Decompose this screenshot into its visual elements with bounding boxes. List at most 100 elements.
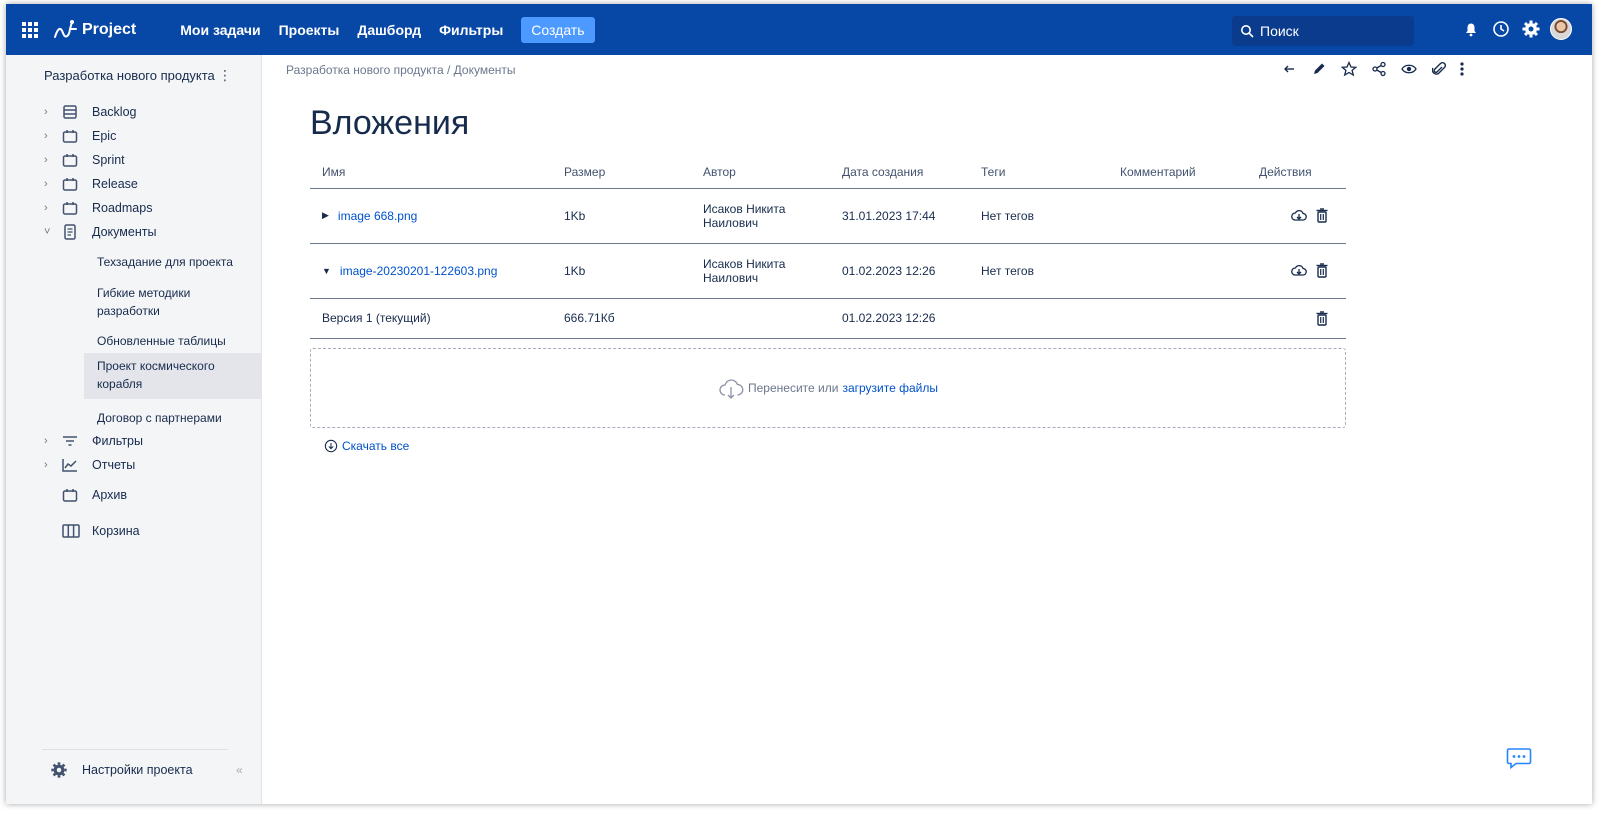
project-more-icon[interactable]: ⋮ (218, 67, 232, 84)
expand-caret-icon[interactable]: ▶ (322, 210, 329, 221)
file-comment[interactable] (1108, 243, 1247, 299)
app-logo[interactable]: Project (52, 17, 136, 43)
col-comment[interactable]: Комментарий (1108, 156, 1247, 189)
version-link[interactable]: Версия 1 (текущий) (310, 298, 552, 339)
more-vertical-icon[interactable] (1454, 58, 1470, 80)
columns-icon (62, 523, 82, 539)
collapse-caret-icon[interactable]: ▼ (322, 266, 331, 276)
table-header-row: Имя Размер Автор Дата создания Теги Комм… (310, 156, 1346, 189)
sidebar-item-release[interactable]: › Release (6, 173, 262, 195)
chevron-right-icon[interactable]: › (44, 130, 58, 142)
download-icon[interactable] (1289, 207, 1309, 225)
app-switcher-icon[interactable] (22, 21, 38, 38)
back-arrow-icon[interactable] (1274, 58, 1304, 80)
trash-icon[interactable] (1312, 262, 1332, 280)
file-link[interactable]: image-20230201-122603.png (340, 264, 497, 278)
file-tags[interactable]: Нет тегов (969, 188, 1108, 244)
settings-gear-icon[interactable] (1520, 18, 1542, 40)
nav-my-tasks[interactable]: Мои задачи (180, 22, 260, 38)
document-item[interactable]: Гибкие методики разработки (84, 280, 204, 324)
chevron-right-icon[interactable]: › (44, 459, 58, 471)
version-size: 666.71Кб (552, 298, 691, 339)
sidebar-item-label: Roadmaps (92, 201, 153, 215)
col-date[interactable]: Дата создания (830, 156, 969, 189)
document-item[interactable]: Договор с партнерами (84, 405, 262, 431)
chat-bubble-icon[interactable] (1506, 746, 1532, 770)
backlog-icon (62, 104, 82, 120)
nav-projects[interactable]: Проекты (279, 22, 340, 38)
nav-dashboard[interactable]: Дашборд (357, 22, 421, 38)
chevron-right-icon[interactable]: › (44, 154, 58, 166)
file-tags[interactable]: Нет тегов (969, 243, 1108, 299)
col-tags[interactable]: Теги (969, 156, 1108, 189)
file-comment[interactable] (1108, 188, 1247, 244)
sidebar-item-label: Фильтры (92, 434, 143, 448)
file-date: 01.02.2023 12:26 (830, 243, 969, 299)
sidebar-item-sprint[interactable]: › Sprint (6, 149, 262, 171)
file-date: 31.01.2023 17:44 (830, 188, 969, 244)
sidebar-item-label: Корзина (92, 524, 140, 538)
chevron-right-icon[interactable]: › (44, 106, 58, 118)
history-icon[interactable] (1490, 18, 1512, 40)
project-title[interactable]: Разработка нового продукта (44, 68, 215, 83)
board-icon (62, 176, 82, 192)
download-icon[interactable] (1289, 262, 1309, 280)
create-button[interactable]: Создать (521, 16, 595, 43)
trash-icon[interactable] (1312, 207, 1332, 225)
search-icon (1241, 25, 1254, 38)
search-placeholder: Поиск (1260, 23, 1299, 39)
collapse-sidebar-icon[interactable]: « (236, 763, 243, 777)
file-size: 1Kb (552, 188, 691, 244)
file-link[interactable]: image 668.png (338, 209, 417, 223)
col-author[interactable]: Автор (691, 156, 830, 189)
user-avatar[interactable] (1550, 18, 1572, 40)
sidebar-item-roadmaps[interactable]: › Roadmaps (6, 197, 262, 219)
settings-label: Настройки проекта (82, 763, 193, 777)
notifications-icon[interactable] (1460, 18, 1482, 40)
chevron-right-icon[interactable]: › (44, 178, 58, 190)
col-size[interactable]: Размер (552, 156, 691, 189)
col-name[interactable]: Имя (310, 156, 552, 189)
chevron-right-icon[interactable]: › (44, 202, 58, 214)
sidebar-item-trash[interactable]: Корзина (6, 520, 262, 542)
file-size: 1Kb (552, 243, 691, 299)
breadcrumb-page[interactable]: Документы (454, 63, 516, 77)
search-input[interactable]: Поиск (1232, 16, 1414, 46)
download-icon (324, 439, 338, 453)
table-row: ▶ image 668.png 1Kb Исаков Никита Наилови… (310, 188, 1346, 244)
document-item[interactable]: Обновленные таблицы (84, 328, 262, 354)
sidebar-item-label: Архив (92, 488, 128, 502)
star-icon[interactable] (1334, 58, 1364, 80)
trash-icon[interactable] (1312, 309, 1332, 327)
sidebar-item-epic[interactable]: › Epic (6, 125, 262, 147)
breadcrumb-project[interactable]: Разработка нового продукта (286, 63, 444, 77)
breadcrumb: Разработка нового продукта / Документы (286, 63, 516, 77)
sidebar-item-documents[interactable]: ˅ Документы (6, 221, 262, 243)
app-window: Project Мои задачи Проекты Дашборд Фильт… (6, 4, 1592, 804)
top-icons (1452, 18, 1572, 40)
document-icon (62, 224, 82, 240)
sidebar-item-archive[interactable]: Архив (6, 484, 262, 506)
upload-files-link[interactable]: загрузите файлы (842, 381, 938, 395)
document-item[interactable]: Техзадание для проекта (84, 249, 262, 275)
project-settings-link[interactable]: Настройки проекта (50, 761, 193, 779)
file-dropzone[interactable]: Перенесите или загрузите файлы (310, 348, 1346, 428)
sidebar-item-label: Отчеты (92, 458, 136, 472)
chart-icon (62, 457, 82, 473)
version-row: Версия 1 (текущий) 666.71Кб 01.02.2023 1… (310, 298, 1346, 339)
watch-eye-icon[interactable] (1394, 58, 1424, 80)
sidebar-item-backlog[interactable]: › Backlog (6, 101, 262, 123)
edit-icon[interactable] (1304, 58, 1334, 80)
share-icon[interactable] (1364, 58, 1394, 80)
nav-filters[interactable]: Фильтры (439, 22, 503, 38)
app-name: Project (82, 20, 137, 38)
chevron-right-icon[interactable]: › (44, 435, 58, 447)
sidebar-item-label: Backlog (92, 105, 137, 119)
page-actions (1274, 58, 1470, 80)
sidebar-item-filters[interactable]: › Фильтры (6, 430, 262, 452)
attachment-icon[interactable] (1424, 58, 1454, 80)
download-all-link[interactable]: Скачать все (324, 439, 409, 453)
document-item-active[interactable]: Проект космического корабля (84, 353, 262, 399)
sidebar-item-reports[interactable]: › Отчеты (6, 454, 262, 476)
chevron-down-icon[interactable]: ˅ (44, 226, 58, 238)
